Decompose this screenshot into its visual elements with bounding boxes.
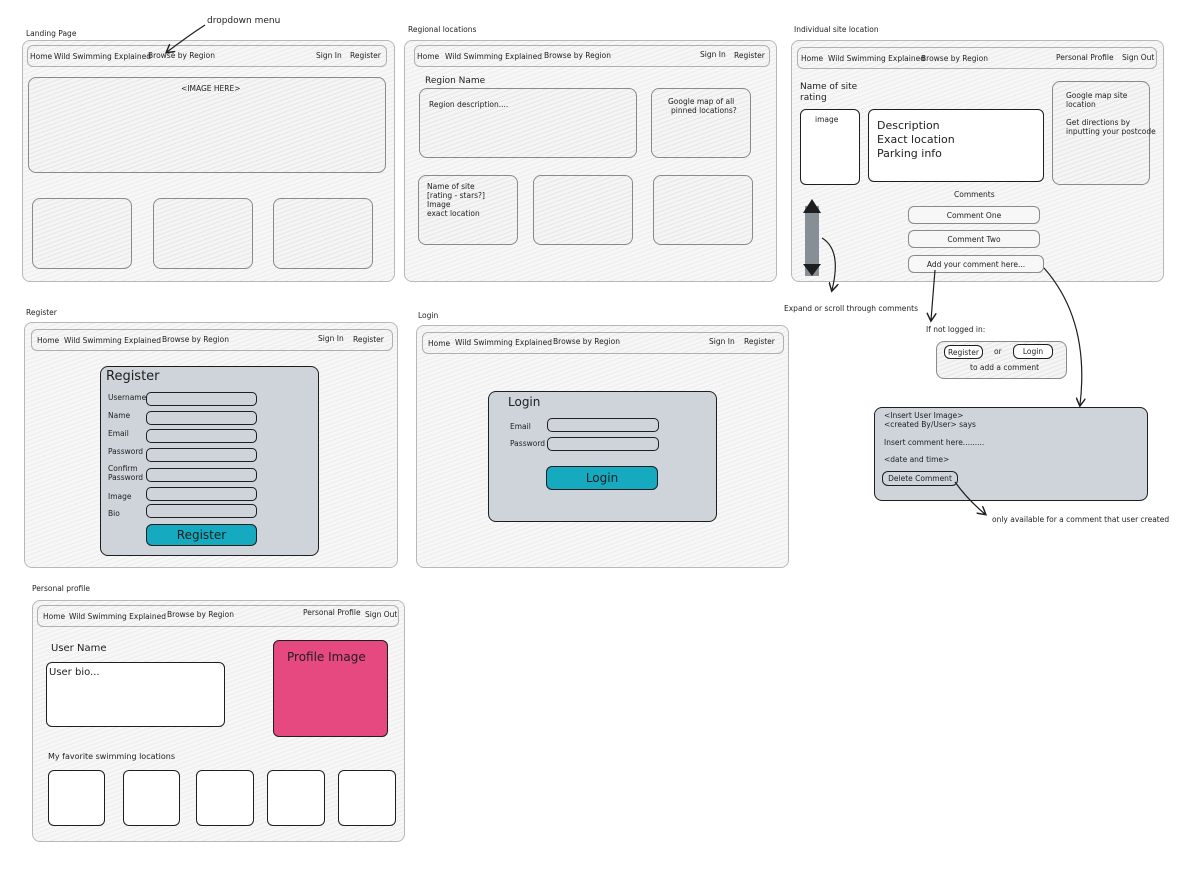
comment-detail-arrow — [1043, 267, 1082, 405]
annotation-arrows — [0, 24, 1184, 872]
expand-scroll-arrow — [821, 237, 835, 290]
not-logged-in-arrow — [931, 269, 935, 320]
delete-note-arrow — [954, 481, 985, 514]
dropdown-arrow — [167, 24, 206, 52]
scroll-up-arrowhead — [803, 199, 821, 213]
scroll-down-arrowhead — [803, 264, 821, 276]
